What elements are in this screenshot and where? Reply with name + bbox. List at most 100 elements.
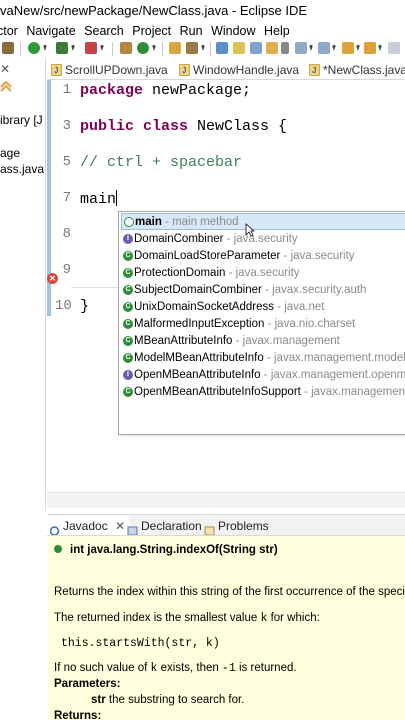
toggle-icon[interactable] [216,42,228,54]
window-title: vaNew/src/newPackage/NewClass.java - Ecl… [0,0,405,22]
dropdown-arrow-icon[interactable] [71,45,75,51]
problems-icon [204,521,215,535]
external-tools-icon[interactable] [85,42,97,54]
public-method-icon [54,545,62,553]
java-file-icon [179,61,190,79]
declaration-icon [127,521,138,535]
new-class-icon[interactable] [137,42,149,54]
menu-window[interactable]: Window [211,24,255,38]
dropdown-arrow-icon[interactable] [152,45,156,51]
block-selection-icon[interactable] [250,42,262,54]
horizontal-scrollbar[interactable] [47,492,405,508]
code-line-3: public class NewClass { [80,118,288,135]
completion-item[interactable]: C MBeanAttributeInfo - javax.management [121,333,405,350]
completion-item[interactable]: I OpenMBeanAttributeInfo - javax.managem… [121,367,405,384]
menu-refactor[interactable]: ctor [0,24,18,38]
content-assist-popup[interactable]: main - main method I DomainCombiner - ja… [118,211,405,435]
completion-item[interactable]: C ModelMBeanAttributeInfo - javax.manage… [121,350,405,367]
menu-project[interactable]: Project [132,24,171,38]
javadoc-paragraph: The returned index is the smallest value… [54,612,320,625]
mark-occurrences-icon[interactable] [233,42,245,54]
javadoc-paragraph: If no such value of k exists, then -1 is… [54,662,297,675]
dropdown-arrow-icon[interactable] [201,45,205,51]
completion-item[interactable]: C MalformedInputException - java.nio.cha… [121,316,405,333]
menu-help[interactable]: Help [264,24,290,38]
javadoc-view: int java.lang.String.indexOf(String str)… [47,536,405,720]
tab-problems[interactable]: Problems [202,515,282,535]
search-icon[interactable] [186,42,198,54]
tab-declaration[interactable]: Declaration [125,515,207,535]
tab-label: Javadoc [63,519,108,533]
code-line-13: } [80,298,90,315]
dropdown-arrow-icon[interactable] [378,45,382,51]
menu-navigate[interactable]: Navigate [26,24,75,38]
class-icon: C [123,251,133,261]
line-number: 9 [62,262,71,278]
tab-label: ScrollUPDown.java [65,63,168,77]
line-number: 1 [62,82,71,98]
dropdown-arrow-icon[interactable] [100,45,104,51]
tab-scrollupdown[interactable]: ScrollUPDown.java [47,60,168,79]
menu-search[interactable]: Search [84,24,124,38]
dropdown-arrow-icon[interactable] [43,45,47,51]
code-line-1: package newPackage; [80,82,252,99]
new-package-icon[interactable] [120,42,132,54]
bottom-panel-tabs: Javadoc ✕ Declaration Problems [47,514,405,536]
line-number: 10 [55,298,72,314]
menu-run[interactable]: Run [180,24,203,38]
completion-item[interactable]: C DomainLoadStoreParameter - java.securi… [121,248,405,265]
tree-item-package[interactable]: age [0,146,20,160]
pilcrow-icon[interactable] [281,42,289,54]
annotation-icon[interactable] [295,42,307,54]
run-icon[interactable] [28,42,40,54]
close-icon[interactable]: ✕ [0,62,10,76]
class-icon: C [123,319,133,329]
line-number: 3 [62,118,71,134]
tab-javadoc[interactable]: Javadoc ✕ [47,515,129,535]
completion-item[interactable]: I DomainCombiner - java.security [121,231,405,248]
completion-item[interactable]: C OpenMBeanAttributeInfoSupport - javax.… [121,384,405,401]
close-icon[interactable]: ✕ [115,519,125,533]
tree-item-library[interactable]: ibrary [J [0,113,43,127]
returns-heading: Returns: [54,710,102,720]
completion-item-main[interactable]: main - main method [121,213,405,230]
package-explorer: ✕ ibrary [J age ass.java [0,58,46,510]
class-icon: C [123,302,133,312]
forward-icon[interactable] [364,42,376,54]
class-icon: C [123,387,133,397]
next-annotation-icon[interactable] [318,42,330,54]
dropdown-arrow-icon[interactable] [332,45,336,51]
toolbar-icon[interactable] [2,42,14,54]
completion-item[interactable]: C ProtectionDomain - java.security [121,265,405,282]
completion-item[interactable]: C SubjectDomainCombiner - javax.security… [121,282,405,299]
text-cursor [116,190,118,206]
java-file-icon [309,61,320,79]
tree-item-newclass[interactable]: ass.java [0,162,44,176]
debug-icon[interactable] [56,42,68,54]
class-icon: C [123,285,133,295]
tab-label: Declaration [141,519,202,533]
editor-tabs: ScrollUPDown.java WindowHandle.java *New… [47,60,405,80]
tab-windowhandle[interactable]: WindowHandle.java [175,60,299,79]
back-icon[interactable] [342,42,354,54]
open-type-icon[interactable] [169,42,181,54]
javadoc-paragraph: Returns the index within this string of … [54,586,405,598]
class-icon: C [123,353,133,363]
menu-bar: ctor Navigate Search Project Run Window … [0,22,402,40]
whitespace-icon[interactable] [266,42,278,54]
dropdown-arrow-icon[interactable] [309,45,313,51]
parameter-item: str the substring to search for. [91,694,245,706]
tab-newclass[interactable]: *NewClass.java [305,60,405,79]
line-number: 8 [62,226,71,242]
completion-item[interactable]: C UnixDomainSocketAddress - java.net [121,299,405,316]
at-icon [49,521,60,535]
tab-label: *NewClass.java [323,63,405,77]
line-number: 7 [62,190,71,206]
method-signature: int java.lang.String.indexOf(String str) [54,544,278,556]
code-line-7: main [80,190,118,208]
dropdown-arrow-icon[interactable] [356,45,360,51]
pin-icon[interactable] [388,42,400,54]
interface-icon: I [123,370,133,380]
link-editor-icon[interactable] [0,80,12,92]
class-icon: C [123,268,133,278]
